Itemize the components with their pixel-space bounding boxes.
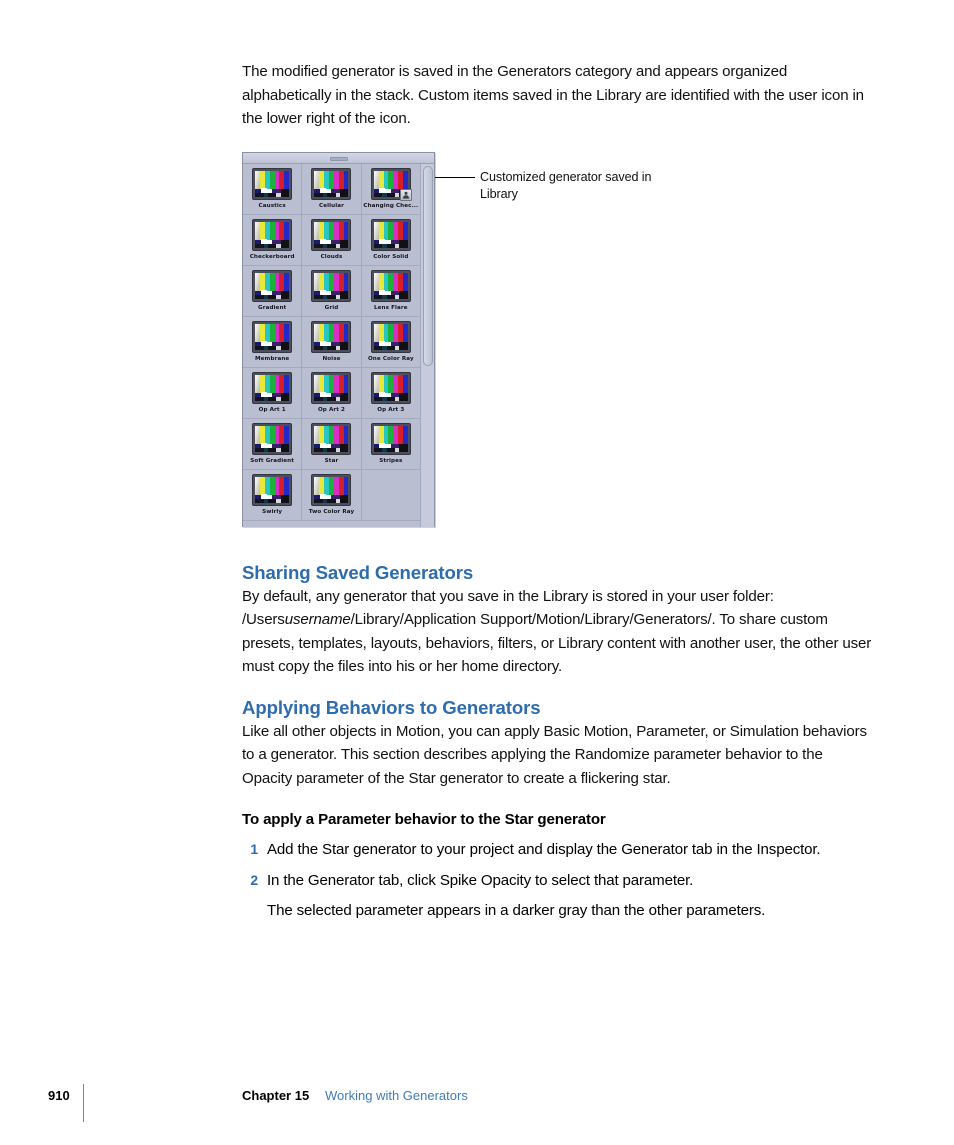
footer-divider bbox=[83, 1084, 84, 1122]
document-page: Caustics Cellular Changing Chec... Checkerb… bbox=[0, 0, 954, 1145]
procedure-title: To apply a Parameter behavior to the Sta… bbox=[242, 811, 606, 828]
figure-spacer bbox=[242, 131, 876, 561]
page-footer: 910 Chapter 15 Working with Generators bbox=[0, 1084, 954, 1124]
footer-chapter-label: Chapter 15 bbox=[242, 1088, 310, 1103]
username-placeholder: username bbox=[284, 611, 351, 628]
section-heading: Applying Behaviors to Generators bbox=[242, 696, 541, 718]
footer-chapter-title: Working with Generators bbox=[325, 1088, 468, 1103]
procedure-steps: 1 Add the Star generator to your project … bbox=[242, 838, 876, 892]
step-text: In the Generator tab, click Spike Opacit… bbox=[267, 871, 694, 889]
step-number: 2 bbox=[250, 871, 258, 888]
step-number: 1 bbox=[250, 841, 258, 857]
section-applying-behaviors-to-generators: Applying Behaviors to Generators Like al… bbox=[242, 696, 876, 791]
step-text: Add the Star generator to your project a… bbox=[267, 841, 821, 858]
section-paragraph: Like all other objects in Motion, you ca… bbox=[242, 722, 867, 787]
procedure-follow-up: The selected parameter appears in a dark… bbox=[267, 902, 766, 919]
intro-paragraph: The modified generator is saved in the G… bbox=[242, 63, 864, 127]
section-sharing-saved-generators: Sharing Saved Generators By default, any… bbox=[242, 561, 876, 679]
procedure-step: 1 Add the Star generator to your project … bbox=[242, 838, 876, 862]
page-number: 910 bbox=[48, 1088, 70, 1103]
procedure-block: To apply a Parameter behavior to the Sta… bbox=[242, 808, 876, 923]
document-content: The modified generator is saved in the G… bbox=[242, 60, 876, 923]
section-paragraph: By default, any generator that you save … bbox=[242, 585, 876, 679]
section-heading: Sharing Saved Generators bbox=[242, 561, 474, 583]
procedure-step: 2 In the Generator tab, click Spike Opaci… bbox=[242, 869, 876, 893]
